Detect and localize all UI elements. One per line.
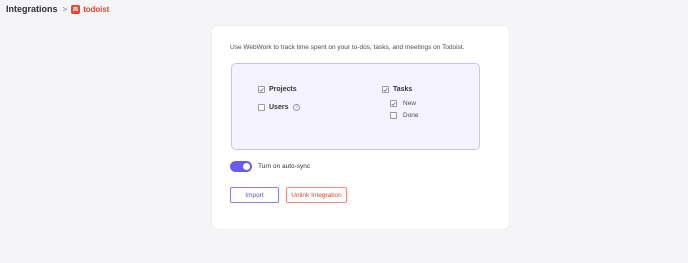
new-checkbox[interactable] [390, 100, 397, 107]
projects-checkbox[interactable] [258, 86, 265, 93]
todoist-logo-icon [71, 4, 81, 14]
auto-sync-toggle[interactable] [230, 161, 252, 172]
option-done[interactable]: Done [390, 112, 419, 119]
users-label: Users [269, 104, 289, 111]
sync-options-panel: Projects Users i Tasks New Done [231, 63, 480, 150]
breadcrumb-integrations-link[interactable]: Integrations [6, 4, 58, 14]
breadcrumb-todoist: todoist [83, 4, 110, 14]
breadcrumb: Integrations > todoist [6, 3, 109, 15]
checkmark-icon [383, 87, 388, 92]
option-users[interactable]: Users i [258, 104, 301, 111]
done-checkbox[interactable] [390, 112, 397, 119]
option-new[interactable]: New [390, 100, 416, 107]
checkmark-icon [391, 101, 396, 106]
new-label: New [403, 100, 417, 107]
done-label: Done [403, 112, 419, 119]
integration-card: Use WebWork to track time spent on your … [212, 26, 509, 229]
option-tasks[interactable]: Tasks [382, 86, 412, 93]
projects-label: Projects [269, 86, 297, 93]
auto-sync-label: Turn on auto-sync [258, 163, 311, 170]
import-button[interactable]: Import [230, 187, 279, 203]
users-checkbox[interactable] [258, 104, 265, 111]
tasks-label: Tasks [393, 86, 413, 93]
option-projects[interactable]: Projects [258, 86, 297, 93]
info-icon[interactable]: i [293, 104, 301, 111]
integration-description: Use WebWork to track time spent on your … [230, 44, 465, 51]
auto-sync-row: Turn on auto-sync [230, 161, 310, 172]
checkmark-icon [259, 87, 264, 92]
tasks-checkbox[interactable] [382, 86, 389, 93]
breadcrumb-separator: > [62, 4, 68, 14]
unlink-integration-button[interactable]: Unlink Integration [286, 187, 347, 203]
toggle-knob [243, 163, 250, 170]
